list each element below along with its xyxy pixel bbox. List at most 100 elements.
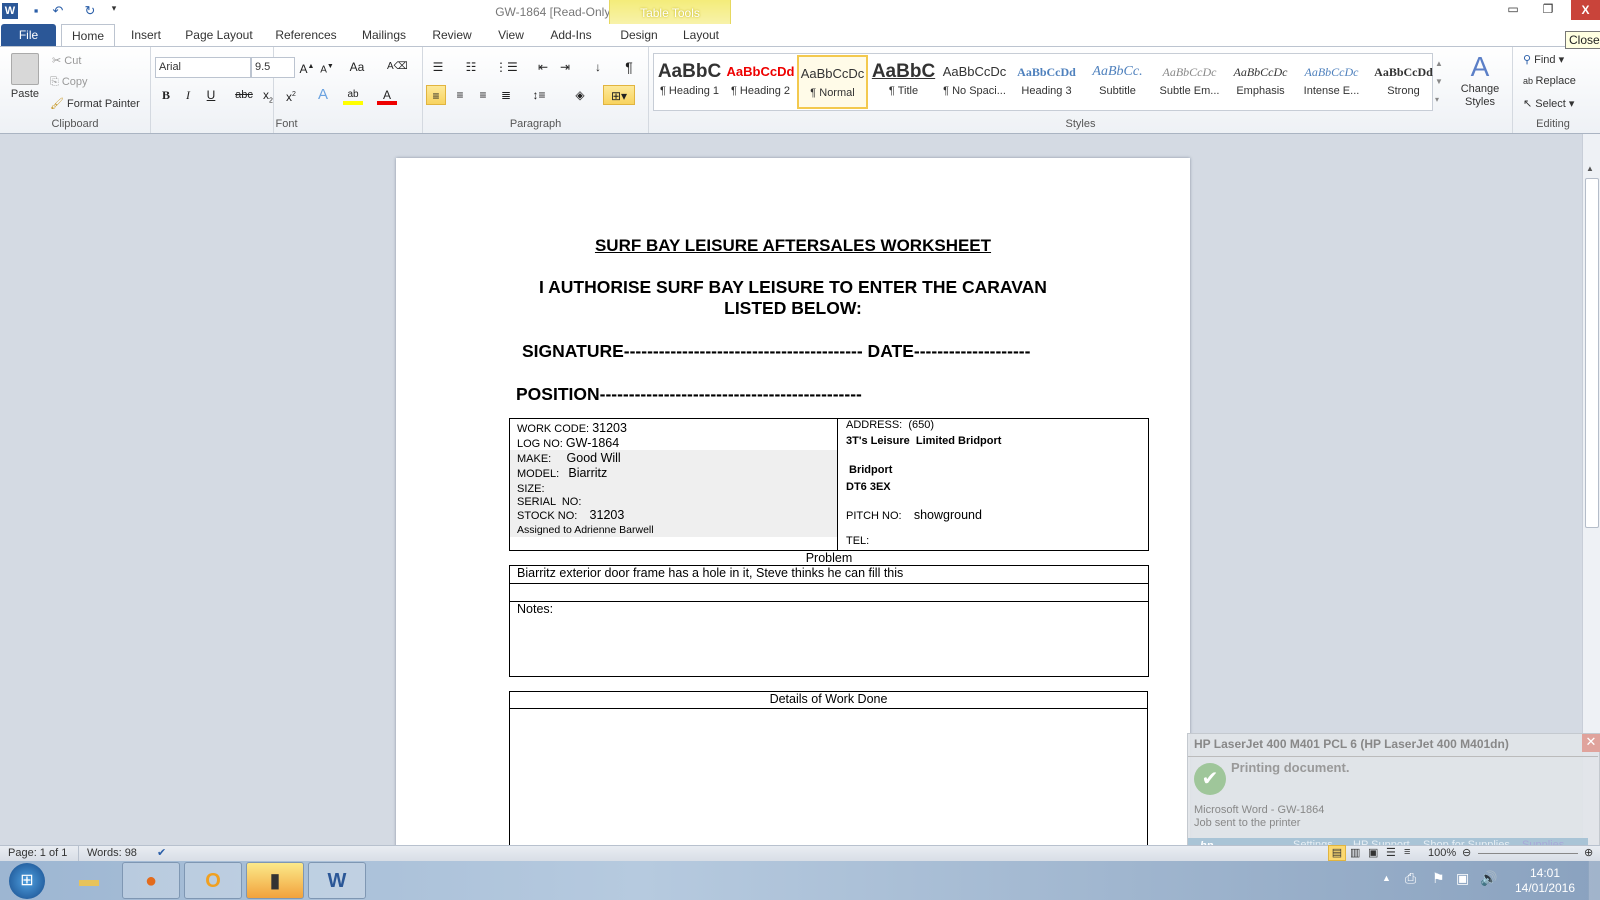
tab-layout[interactable]: Layout <box>676 24 726 47</box>
action-center-flag-icon[interactable]: ⚑ <box>1432 870 1445 887</box>
style-emphasis[interactable]: AaBbCcDc Emphasis <box>1225 55 1296 109</box>
increase-indent-icon[interactable]: ⇥ <box>555 57 575 77</box>
style-sample: AaBbCcDd <box>1017 65 1076 79</box>
taskbar: ⊞ ▬ ● O ▮ W ▲ ⎙ ⚑ ▣ 🔊 14:01 14/01/2016 <box>0 861 1600 900</box>
shading-icon[interactable]: ◈ <box>570 85 590 105</box>
tab-file[interactable]: File <box>1 24 56 47</box>
outline-icon[interactable]: ☰ <box>1386 846 1396 859</box>
find-button[interactable]: ⚲ Find ▾ <box>1523 53 1564 66</box>
style-subtitle[interactable]: AaBbCc. Subtitle <box>1082 55 1153 109</box>
minimize-button[interactable]: ▭ <box>1500 2 1526 20</box>
cut-button[interactable]: ✂ Cut <box>52 54 81 67</box>
print-layout-icon[interactable]: ▤ <box>1328 845 1346 861</box>
zoom-out-icon[interactable]: ⊖ <box>1462 846 1471 859</box>
network-icon[interactable]: ▣ <box>1456 870 1469 887</box>
word-taskbar-icon[interactable]: W <box>308 862 366 899</box>
style-sample: AaBbCcDc <box>1233 65 1288 79</box>
numbering-icon[interactable]: ☷ <box>461 57 481 77</box>
show-formatting-icon[interactable]: ¶ <box>619 57 639 77</box>
tab-mailings[interactable]: Mailings <box>355 24 413 47</box>
copy-label: Copy <box>61 76 88 88</box>
borders-icon[interactable]: ⊞▾ <box>603 85 635 105</box>
style-title[interactable]: AaBbC ¶ Title <box>868 55 939 109</box>
paste-button[interactable]: Paste <box>8 53 42 100</box>
authorise-line-2: LISTED BELOW: <box>724 298 862 318</box>
copy-button[interactable]: ⎘ Copy <box>50 76 88 89</box>
firefox-icon[interactable]: ● <box>122 862 180 899</box>
style-heading-1[interactable]: AaBbC ¶ Heading 1 <box>654 55 725 109</box>
zoom-level[interactable]: 100% <box>1428 847 1456 859</box>
text-effects-icon[interactable]: A <box>313 85 333 105</box>
bullets-icon[interactable]: ☰ <box>428 57 448 77</box>
center-icon[interactable]: ≡ <box>450 85 470 105</box>
superscript-icon[interactable]: x2 <box>281 85 301 105</box>
italic-icon[interactable]: I <box>178 85 198 105</box>
sort-icon[interactable]: ↓ <box>588 57 608 77</box>
outlook-icon[interactable]: O <box>184 862 242 899</box>
document-page[interactable]: SURF BAY LEISURE AFTERSALES WORKSHEET I … <box>396 158 1190 845</box>
justify-icon[interactable]: ≣ <box>496 85 516 105</box>
restore-button[interactable]: ❐ <box>1535 2 1561 20</box>
gallery-scroll-icon[interactable]: ▲ ▼ ▾ <box>1435 55 1449 109</box>
tab-page-layout[interactable]: Page Layout <box>182 24 256 47</box>
change-styles-button[interactable]: A Change Styles <box>1455 51 1505 109</box>
grow-font-icon[interactable]: A▲ <box>297 57 317 77</box>
select-button[interactable]: ↖ Select ▾ <box>1523 97 1574 110</box>
popup-close-icon[interactable]: ✕ <box>1582 734 1600 752</box>
scroll-thumb[interactable] <box>1585 178 1599 528</box>
tab-references[interactable]: References <box>272 24 340 47</box>
style-normal[interactable]: AaBbCcDc ¶ Normal <box>797 55 868 109</box>
row-divider <box>510 708 1147 709</box>
underline-icon[interactable]: U <box>201 85 221 105</box>
style-name: ¶ No Spaci... <box>943 85 1006 97</box>
show-hidden-icons[interactable]: ▲ <box>1382 873 1391 883</box>
highlight-icon[interactable]: ab <box>343 85 363 105</box>
align-right-icon[interactable]: ≡ <box>473 85 493 105</box>
authorise-line-1: I AUTHORISE SURF BAY LEISURE TO ENTER TH… <box>539 277 1047 297</box>
subscript-icon[interactable]: x2 <box>258 85 278 105</box>
scroll-up-icon[interactable]: ▲ <box>1586 164 1594 173</box>
page-count[interactable]: Page: 1 of 1 <box>8 847 67 859</box>
format-painter-button[interactable]: 🖌 Format Painter <box>50 97 140 110</box>
tab-insert[interactable]: Insert <box>122 24 170 47</box>
style-heading-3[interactable]: AaBbCcDd Heading 3 <box>1011 55 1082 109</box>
clock[interactable]: 14:01 14/01/2016 <box>1510 866 1580 896</box>
multilevel-list-icon[interactable]: ⋮☰ <box>495 57 518 77</box>
zoom-in-icon[interactable]: ⊕ <box>1584 846 1593 859</box>
decrease-indent-icon[interactable]: ⇤ <box>533 57 553 77</box>
style-strong[interactable]: AaBbCcDd Strong <box>1368 55 1439 109</box>
draft-icon[interactable]: ≡ <box>1404 846 1410 858</box>
close-button[interactable]: X <box>1571 0 1600 20</box>
tab-home[interactable]: Home <box>61 24 115 47</box>
change-case-icon[interactable]: Aa <box>347 57 367 77</box>
tab-add-ins[interactable]: Add-Ins <box>545 24 597 47</box>
shrink-font-icon[interactable]: A▼ <box>317 57 337 77</box>
line-spacing-icon[interactable]: ↕≡ <box>529 85 549 105</box>
replace-button[interactable]: ab Replace <box>1523 75 1576 87</box>
style-intense-emphasis[interactable]: AaBbCcDc Intense E... <box>1296 55 1367 109</box>
tab-design[interactable]: Design <box>614 24 664 47</box>
phone-app-icon[interactable]: ▮ <box>246 862 304 899</box>
tab-review[interactable]: Review <box>425 24 479 47</box>
bold-icon[interactable]: B <box>156 85 176 105</box>
font-color-icon[interactable]: A <box>377 85 397 105</box>
volume-icon[interactable]: 🔊 <box>1480 870 1497 887</box>
start-button[interactable]: ⊞ <box>9 863 45 899</box>
style-subtle-emphasis[interactable]: AaBbCcDc Subtle Em... <box>1154 55 1225 109</box>
zoom-slider[interactable] <box>1478 853 1578 854</box>
model-field: MODEL: Biarritz <box>517 466 608 480</box>
proofing-icon[interactable]: ✔ <box>157 846 166 859</box>
strikethrough-icon[interactable]: abc <box>234 85 254 105</box>
align-left-icon[interactable]: ≡ <box>426 85 446 105</box>
word-count[interactable]: Words: 98 <box>87 847 137 859</box>
tab-view[interactable]: View <box>492 24 530 47</box>
full-screen-reading-icon[interactable]: ▥ <box>1350 846 1360 859</box>
style-heading-2[interactable]: AaBbCcDd ¶ Heading 2 <box>725 55 796 109</box>
printer-tray-icon[interactable]: ⎙ <box>1405 870 1416 887</box>
show-desktop-button[interactable] <box>1588 861 1600 900</box>
explorer-icon[interactable]: ▬ <box>60 862 118 899</box>
clear-formatting-icon[interactable]: A⌫ <box>387 57 408 77</box>
web-layout-icon[interactable]: ▣ <box>1368 846 1378 859</box>
row-divider <box>510 583 1148 584</box>
style-no-spacing[interactable]: AaBbCcDc ¶ No Spaci... <box>939 55 1010 109</box>
